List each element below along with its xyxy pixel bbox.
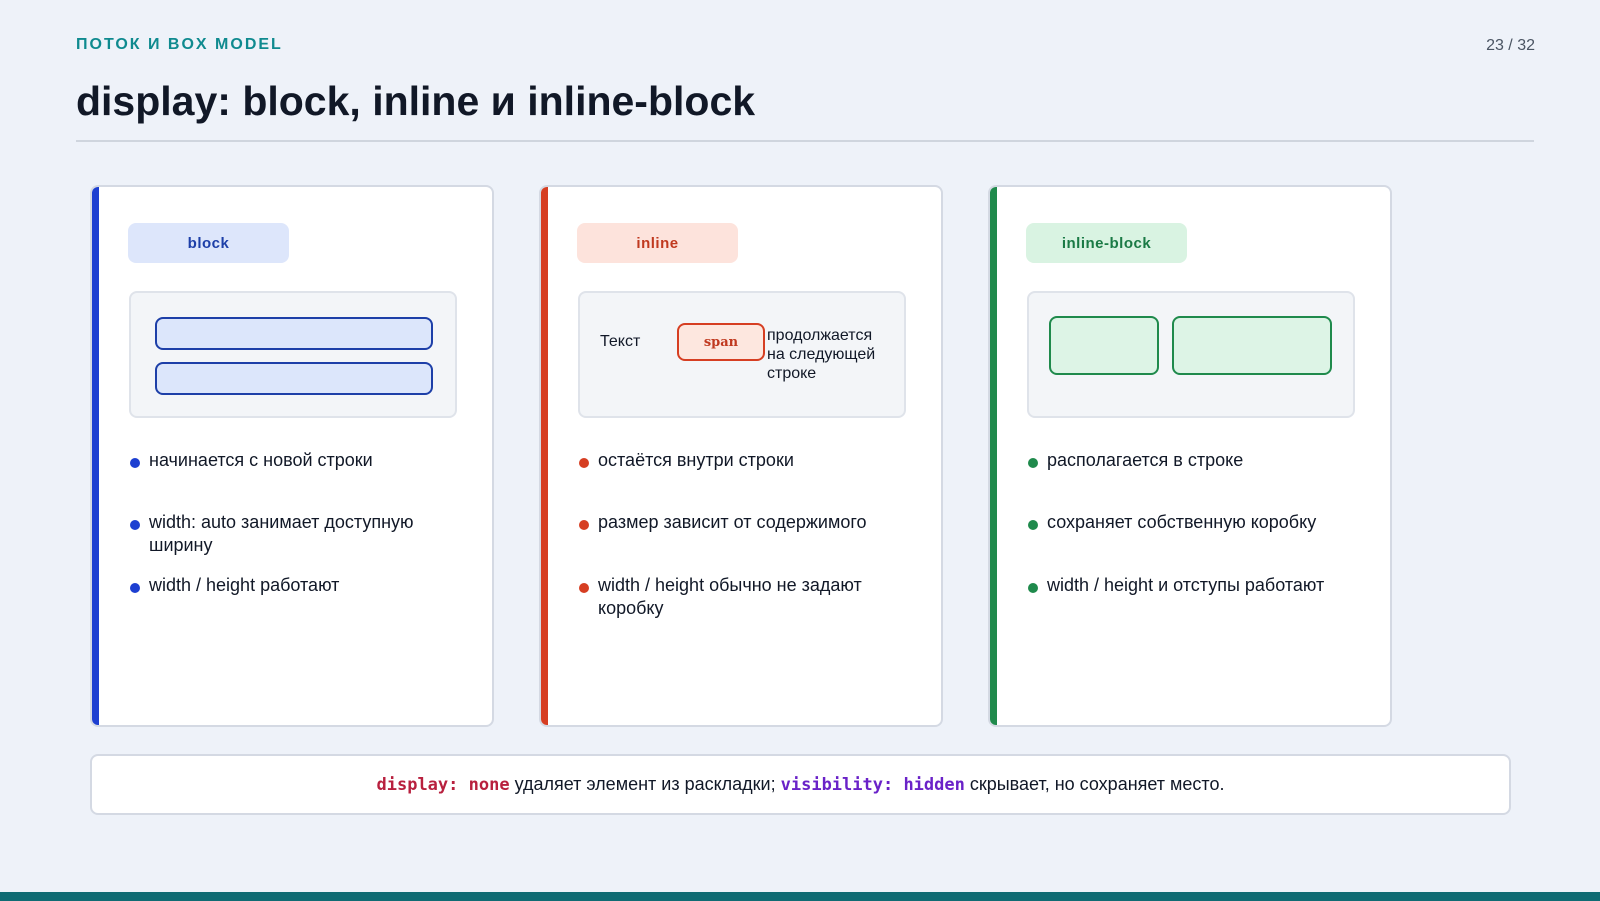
card-inline-block: inline-block располагается в строке сохр… <box>988 185 1392 727</box>
bullet-dot-icon <box>579 458 589 468</box>
tag-block: block <box>128 223 289 263</box>
block-demo <box>129 291 457 418</box>
title-divider <box>76 140 1534 142</box>
bullet-dot-icon <box>579 520 589 530</box>
inline-block-demo <box>1027 291 1355 418</box>
slide-title: display: block, inline и inline-block <box>76 78 756 124</box>
bullet-dot-icon <box>130 583 140 593</box>
card-block: block начинается с новой строки width: a… <box>90 185 494 727</box>
span-element: span <box>677 323 765 361</box>
code-visibility-hidden: visibility: hidden <box>780 774 965 795</box>
demo-text-after: продолжается на следующей строке <box>767 327 876 382</box>
card-accent-stripe <box>92 187 99 725</box>
bullet-dot-icon <box>130 520 140 530</box>
page-number: 23 / 32 <box>1486 37 1535 54</box>
bullet-dot-icon <box>1028 458 1038 468</box>
note-text-2: скрывает, но сохраняет место. <box>964 774 1225 794</box>
bullet-dot-icon <box>579 583 589 593</box>
tag-inline: inline <box>577 223 738 263</box>
inline-demo: Текст span продолжается на следующей стр… <box>578 291 906 418</box>
block-box-1 <box>155 317 433 350</box>
section-kicker: ПОТОК И BOX MODEL <box>76 36 283 53</box>
block-box-2 <box>155 362 433 395</box>
demo-text-before: Текст <box>600 333 641 350</box>
card-accent-stripe <box>990 187 997 725</box>
inline-block-box-1 <box>1049 316 1159 375</box>
tag-inline-block: inline-block <box>1026 223 1187 263</box>
bullet-dot-icon <box>1028 520 1038 530</box>
card-accent-stripe <box>541 187 548 725</box>
bullet-dot-icon <box>1028 583 1038 593</box>
footnote-box: display: none удаляет элемент из расклад… <box>90 754 1511 815</box>
inline-block-box-2 <box>1172 316 1332 375</box>
card-inline: inline Текст span продолжается на следую… <box>539 185 943 727</box>
bullet-dot-icon <box>130 458 140 468</box>
note-text-1: удаляет элемент из раскладки; <box>509 774 781 794</box>
code-display-none: display: none <box>376 774 510 795</box>
footer-bar <box>0 892 1600 901</box>
